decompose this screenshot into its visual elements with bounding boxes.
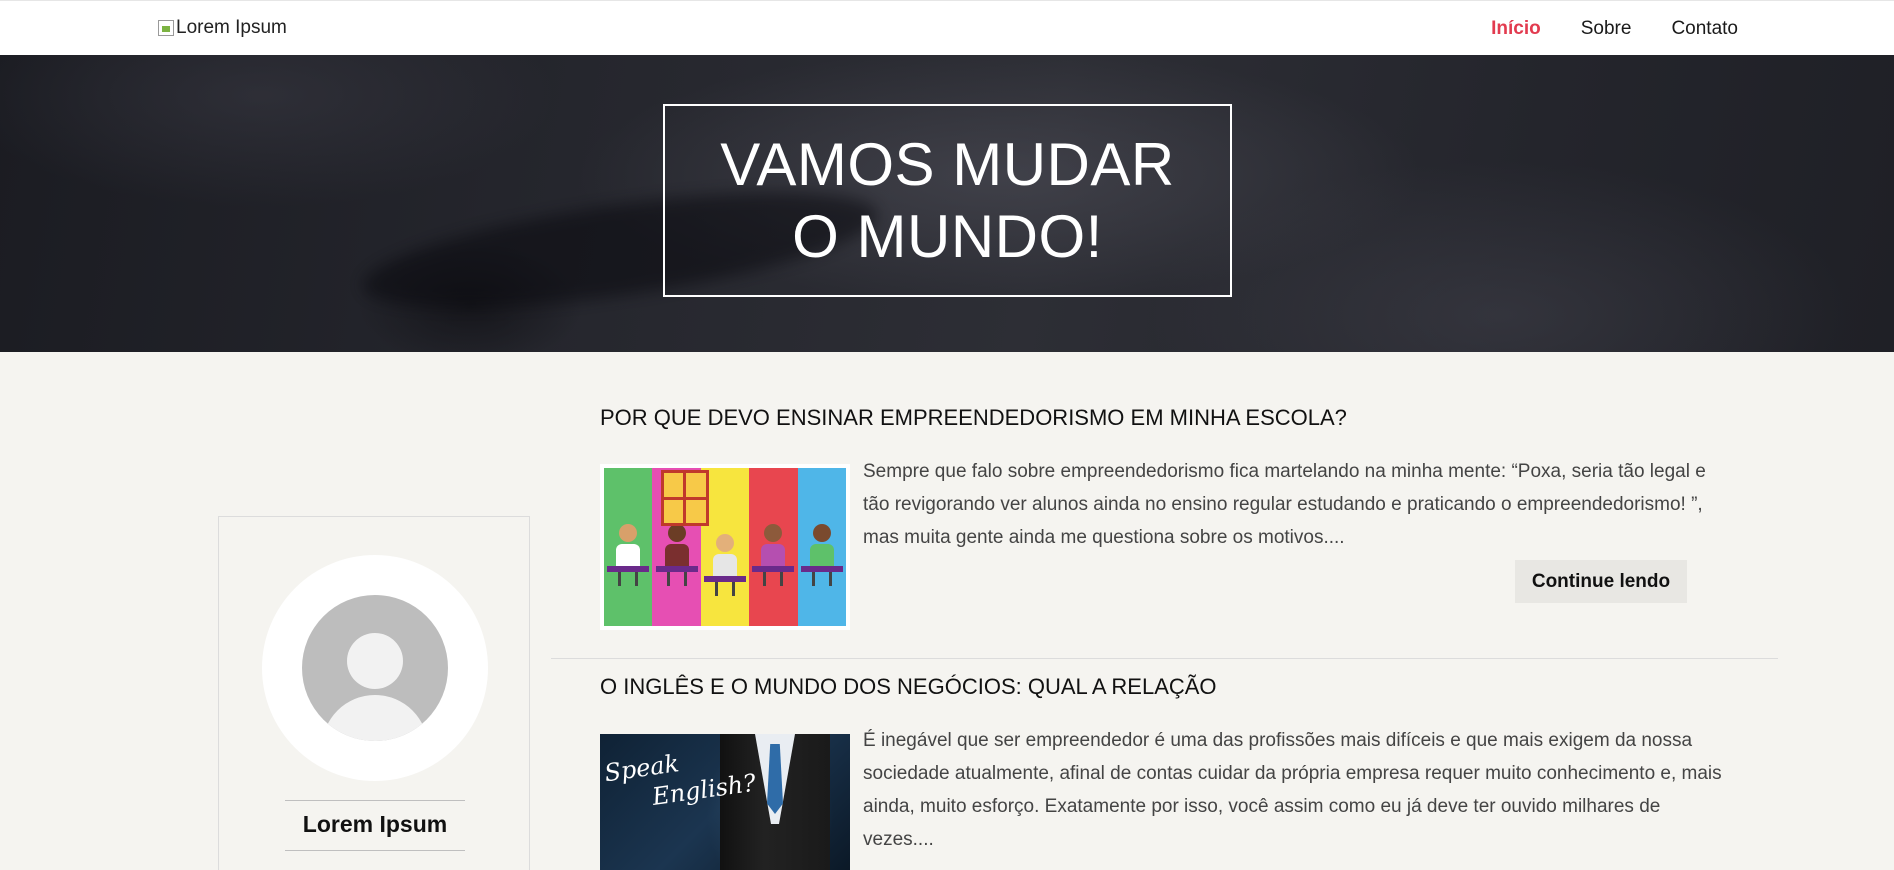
- post-thumbnail-classroom[interactable]: [600, 464, 850, 630]
- site-header: Lorem Ipsum Início Sobre Contato: [0, 0, 1894, 55]
- profile-card: Lorem Ipsum: [218, 516, 530, 870]
- post-excerpt: É inegável que ser empreendedor é uma da…: [863, 730, 1722, 850]
- broken-image-icon: [158, 20, 174, 36]
- avatar-head: [347, 633, 403, 689]
- illustration-stripe: [660, 468, 750, 626]
- post-title[interactable]: POR QUE DEVO ENSINAR EMPREENDEDORISMO EM…: [600, 405, 1347, 431]
- hero-title-box: VAMOS MUDAR O MUNDO!: [663, 104, 1232, 297]
- nav-item-sobre[interactable]: Sobre: [1581, 18, 1632, 40]
- post-thumbnail-speak-english[interactable]: Speak English?: [600, 734, 850, 870]
- post-divider: [551, 658, 1778, 659]
- illustration-stripe: [749, 468, 798, 626]
- logo-link[interactable]: Lorem Ipsum: [158, 16, 287, 40]
- nav-item-contato[interactable]: Contato: [1671, 18, 1738, 40]
- continue-reading-button[interactable]: Continue lendo: [1515, 560, 1687, 603]
- student-figure: [704, 534, 747, 596]
- hero-title: VAMOS MUDAR O MUNDO!: [720, 130, 1175, 270]
- window-shape: [660, 470, 709, 526]
- classroom-illustration: [604, 468, 847, 626]
- student-figure: [655, 524, 698, 586]
- avatar-ring: [262, 555, 488, 781]
- logo-alt-text: Lorem Ipsum: [176, 17, 287, 38]
- hero-banner: VAMOS MUDAR O MUNDO!: [0, 55, 1894, 352]
- post-excerpt: Sempre que falo sobre empreendedorismo f…: [863, 461, 1706, 548]
- student-figure: [800, 524, 843, 586]
- avatar-placeholder-icon: [302, 595, 448, 741]
- student-figure: [752, 524, 795, 586]
- avatar-body: [322, 695, 428, 741]
- student-figure: [607, 524, 650, 586]
- post-title[interactable]: O INGLÊS E O MUNDO DOS NEGÓCIOS: QUAL A …: [600, 674, 1217, 700]
- illustration-stripe: [604, 468, 653, 626]
- main-nav: Início Sobre Contato: [1491, 1, 1738, 56]
- nav-item-inicio[interactable]: Início: [1491, 18, 1541, 40]
- profile-name: Lorem Ipsum: [285, 800, 465, 851]
- illustration-stripe: [797, 468, 847, 626]
